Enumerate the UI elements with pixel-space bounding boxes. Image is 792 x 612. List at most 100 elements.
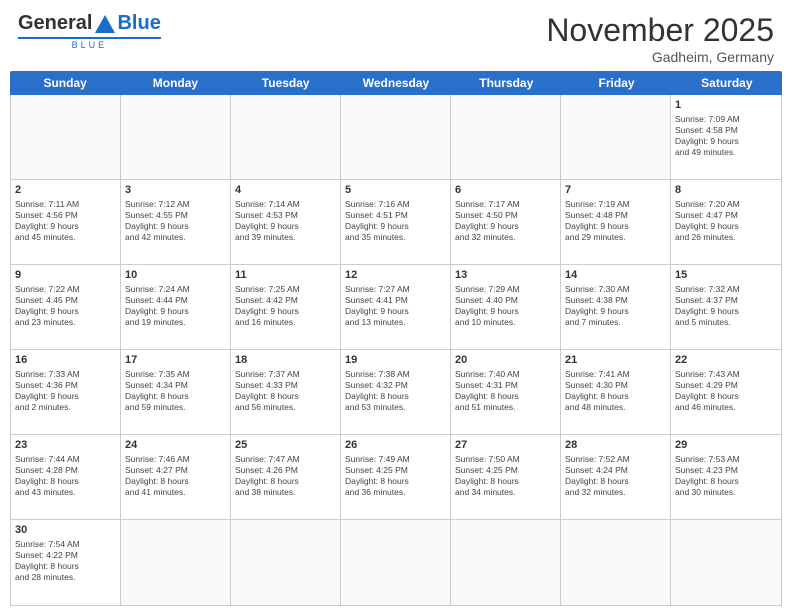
week-row-3: 16Sunrise: 7:33 AM Sunset: 4:36 PM Dayli… [11,350,781,435]
day-cell [121,95,231,179]
day-cell: 13Sunrise: 7:29 AM Sunset: 4:40 PM Dayli… [451,265,561,349]
day-number: 17 [125,353,226,368]
logo-text: General Blue [18,12,161,35]
day-cell: 6Sunrise: 7:17 AM Sunset: 4:50 PM Daylig… [451,180,561,264]
day-header-friday: Friday [561,71,671,95]
day-info: Sunrise: 7:54 AM Sunset: 4:22 PM Dayligh… [15,539,116,583]
day-cell: 1Sunrise: 7:09 AM Sunset: 4:58 PM Daylig… [671,95,781,179]
logo: General Blue BLUE [18,12,161,50]
day-number: 30 [15,523,116,538]
day-number: 9 [15,268,116,283]
day-info: Sunrise: 7:24 AM Sunset: 4:44 PM Dayligh… [125,284,226,328]
day-info: Sunrise: 7:44 AM Sunset: 4:28 PM Dayligh… [15,454,116,498]
day-info: Sunrise: 7:40 AM Sunset: 4:31 PM Dayligh… [455,369,556,413]
calendar-grid: 1Sunrise: 7:09 AM Sunset: 4:58 PM Daylig… [10,95,782,606]
day-cell [671,520,781,605]
day-cell: 21Sunrise: 7:41 AM Sunset: 4:30 PM Dayli… [561,350,671,434]
day-number: 15 [675,268,777,283]
day-number: 28 [565,438,666,453]
day-number: 26 [345,438,446,453]
day-cell: 4Sunrise: 7:14 AM Sunset: 4:53 PM Daylig… [231,180,341,264]
day-number: 23 [15,438,116,453]
day-info: Sunrise: 7:37 AM Sunset: 4:33 PM Dayligh… [235,369,336,413]
day-number: 2 [15,183,116,198]
day-number: 16 [15,353,116,368]
week-row-0: 1Sunrise: 7:09 AM Sunset: 4:58 PM Daylig… [11,95,781,180]
day-header-saturday: Saturday [672,71,782,95]
day-cell [561,520,671,605]
day-info: Sunrise: 7:16 AM Sunset: 4:51 PM Dayligh… [345,199,446,243]
day-info: Sunrise: 7:43 AM Sunset: 4:29 PM Dayligh… [675,369,777,413]
day-cell: 27Sunrise: 7:50 AM Sunset: 4:25 PM Dayli… [451,435,561,519]
day-info: Sunrise: 7:49 AM Sunset: 4:25 PM Dayligh… [345,454,446,498]
day-header-monday: Monday [120,71,230,95]
day-info: Sunrise: 7:20 AM Sunset: 4:47 PM Dayligh… [675,199,777,243]
day-number: 4 [235,183,336,198]
day-cell: 3Sunrise: 7:12 AM Sunset: 4:55 PM Daylig… [121,180,231,264]
day-cell: 25Sunrise: 7:47 AM Sunset: 4:26 PM Dayli… [231,435,341,519]
day-number: 21 [565,353,666,368]
day-cell: 10Sunrise: 7:24 AM Sunset: 4:44 PM Dayli… [121,265,231,349]
day-info: Sunrise: 7:14 AM Sunset: 4:53 PM Dayligh… [235,199,336,243]
day-header-wednesday: Wednesday [341,71,451,95]
week-row-2: 9Sunrise: 7:22 AM Sunset: 4:45 PM Daylig… [11,265,781,350]
day-info: Sunrise: 7:22 AM Sunset: 4:45 PM Dayligh… [15,284,116,328]
day-cell: 24Sunrise: 7:46 AM Sunset: 4:27 PM Dayli… [121,435,231,519]
week-row-5: 30Sunrise: 7:54 AM Sunset: 4:22 PM Dayli… [11,520,781,605]
day-cell [11,95,121,179]
day-info: Sunrise: 7:09 AM Sunset: 4:58 PM Dayligh… [675,114,777,158]
day-cell: 5Sunrise: 7:16 AM Sunset: 4:51 PM Daylig… [341,180,451,264]
day-cell: 17Sunrise: 7:35 AM Sunset: 4:34 PM Dayli… [121,350,231,434]
day-number: 3 [125,183,226,198]
day-info: Sunrise: 7:30 AM Sunset: 4:38 PM Dayligh… [565,284,666,328]
day-headers: SundayMondayTuesdayWednesdayThursdayFrid… [10,71,782,95]
day-cell: 8Sunrise: 7:20 AM Sunset: 4:47 PM Daylig… [671,180,781,264]
logo-underline: BLUE [18,37,161,50]
header: General Blue BLUE November 2025 Gadheim,… [0,0,792,71]
week-row-4: 23Sunrise: 7:44 AM Sunset: 4:28 PM Dayli… [11,435,781,520]
day-info: Sunrise: 7:38 AM Sunset: 4:32 PM Dayligh… [345,369,446,413]
day-cell [451,520,561,605]
day-number: 8 [675,183,777,198]
month-year-title: November 2025 [546,12,774,49]
day-cell: 16Sunrise: 7:33 AM Sunset: 4:36 PM Dayli… [11,350,121,434]
day-cell: 12Sunrise: 7:27 AM Sunset: 4:41 PM Dayli… [341,265,451,349]
day-cell [341,520,451,605]
day-info: Sunrise: 7:12 AM Sunset: 4:55 PM Dayligh… [125,199,226,243]
day-cell: 9Sunrise: 7:22 AM Sunset: 4:45 PM Daylig… [11,265,121,349]
day-cell: 30Sunrise: 7:54 AM Sunset: 4:22 PM Dayli… [11,520,121,605]
day-cell: 2Sunrise: 7:11 AM Sunset: 4:56 PM Daylig… [11,180,121,264]
day-cell: 20Sunrise: 7:40 AM Sunset: 4:31 PM Dayli… [451,350,561,434]
day-number: 12 [345,268,446,283]
day-info: Sunrise: 7:46 AM Sunset: 4:27 PM Dayligh… [125,454,226,498]
day-header-sunday: Sunday [10,71,120,95]
day-number: 7 [565,183,666,198]
day-number: 13 [455,268,556,283]
logo-blue: Blue [117,12,160,35]
day-number: 19 [345,353,446,368]
day-cell [561,95,671,179]
day-info: Sunrise: 7:50 AM Sunset: 4:25 PM Dayligh… [455,454,556,498]
day-number: 6 [455,183,556,198]
day-info: Sunrise: 7:35 AM Sunset: 4:34 PM Dayligh… [125,369,226,413]
day-number: 25 [235,438,336,453]
day-info: Sunrise: 7:19 AM Sunset: 4:48 PM Dayligh… [565,199,666,243]
day-info: Sunrise: 7:11 AM Sunset: 4:56 PM Dayligh… [15,199,116,243]
day-cell: 26Sunrise: 7:49 AM Sunset: 4:25 PM Dayli… [341,435,451,519]
day-number: 29 [675,438,777,453]
location-subtitle: Gadheim, Germany [546,49,774,65]
day-number: 5 [345,183,446,198]
day-cell: 28Sunrise: 7:52 AM Sunset: 4:24 PM Dayli… [561,435,671,519]
day-info: Sunrise: 7:32 AM Sunset: 4:37 PM Dayligh… [675,284,777,328]
day-cell [231,520,341,605]
day-number: 18 [235,353,336,368]
day-info: Sunrise: 7:27 AM Sunset: 4:41 PM Dayligh… [345,284,446,328]
day-cell: 19Sunrise: 7:38 AM Sunset: 4:32 PM Dayli… [341,350,451,434]
day-number: 22 [675,353,777,368]
day-header-tuesday: Tuesday [231,71,341,95]
week-row-1: 2Sunrise: 7:11 AM Sunset: 4:56 PM Daylig… [11,180,781,265]
calendar: SundayMondayTuesdayWednesdayThursdayFrid… [0,71,792,612]
day-info: Sunrise: 7:33 AM Sunset: 4:36 PM Dayligh… [15,369,116,413]
title-area: November 2025 Gadheim, Germany [546,12,774,65]
day-cell: 18Sunrise: 7:37 AM Sunset: 4:33 PM Dayli… [231,350,341,434]
